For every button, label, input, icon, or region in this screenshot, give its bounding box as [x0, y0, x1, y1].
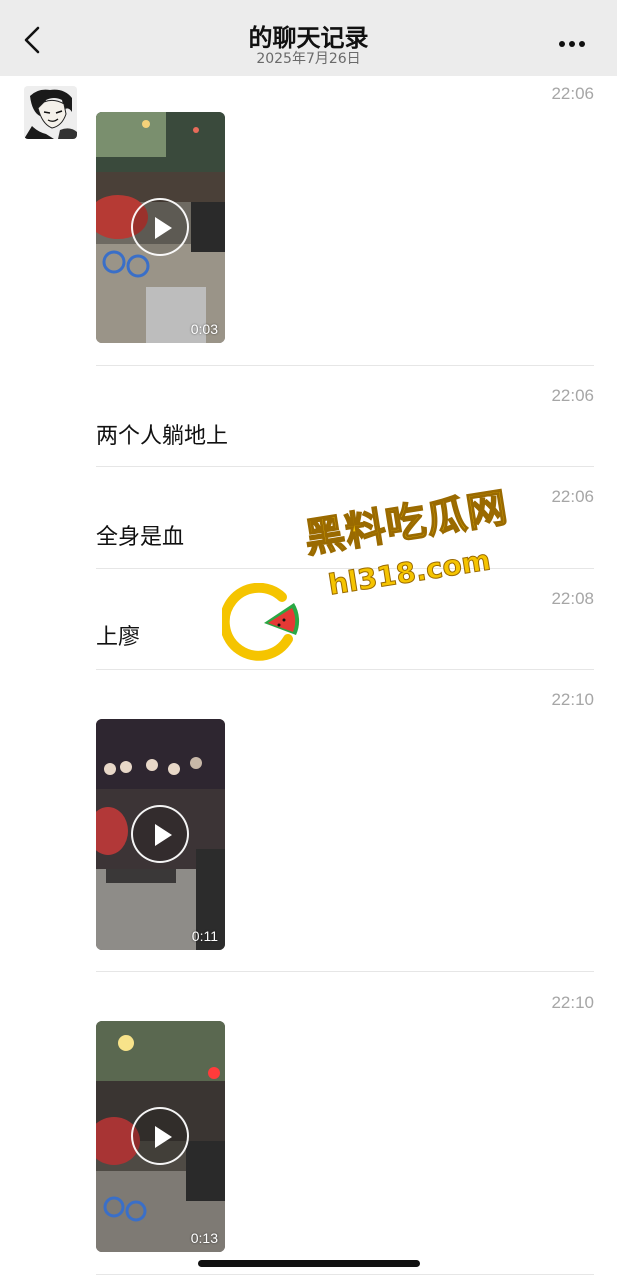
message-record: 22:06 — [96, 84, 594, 104]
chat-history-header: 的聊天记录 2025年7月26日 — [0, 0, 617, 76]
play-icon — [131, 805, 189, 863]
video-message[interactable]: 0:11 — [96, 719, 225, 950]
message-time: 22:10 — [551, 993, 594, 1012]
message-time: 22:06 — [551, 487, 594, 506]
video-duration: 0:13 — [190, 1230, 218, 1246]
divider — [96, 669, 594, 670]
message-time: 22:10 — [551, 690, 594, 709]
video-duration: 0:11 — [191, 928, 218, 944]
message-record: 22:10 — [96, 993, 594, 1013]
message-time: 22:06 — [551, 386, 594, 405]
divider — [96, 466, 594, 467]
more-dot — [579, 41, 585, 47]
message-time: 22:06 — [551, 84, 594, 103]
message-record: 22:10 — [96, 690, 594, 710]
page-date: 2025年7月26日 — [256, 51, 361, 67]
play-icon — [131, 1107, 189, 1165]
video-message[interactable]: 0:03 — [96, 112, 225, 343]
watermark-logo-icon — [222, 583, 300, 661]
play-icon — [131, 198, 189, 256]
video-duration: 0:03 — [190, 321, 218, 337]
watermark: 黑料吃瓜网 hl318.com — [222, 484, 512, 665]
message-text: 上廖 — [96, 625, 141, 650]
more-button[interactable] — [559, 32, 595, 50]
divider — [96, 1274, 594, 1275]
avatar-image — [24, 86, 77, 139]
avatar[interactable] — [24, 86, 77, 139]
divider — [96, 971, 594, 972]
message-text: 全身是血 — [96, 525, 185, 550]
message-record: 22:06 两个人躺地上 — [96, 386, 594, 449]
message-time: 22:08 — [551, 589, 594, 608]
more-dots-icon — [559, 41, 565, 47]
video-message[interactable]: 0:13 — [96, 1021, 225, 1252]
more-dot — [569, 41, 575, 47]
home-indicator[interactable] — [198, 1260, 420, 1267]
divider — [96, 365, 594, 366]
message-text: 两个人躺地上 — [96, 424, 229, 449]
